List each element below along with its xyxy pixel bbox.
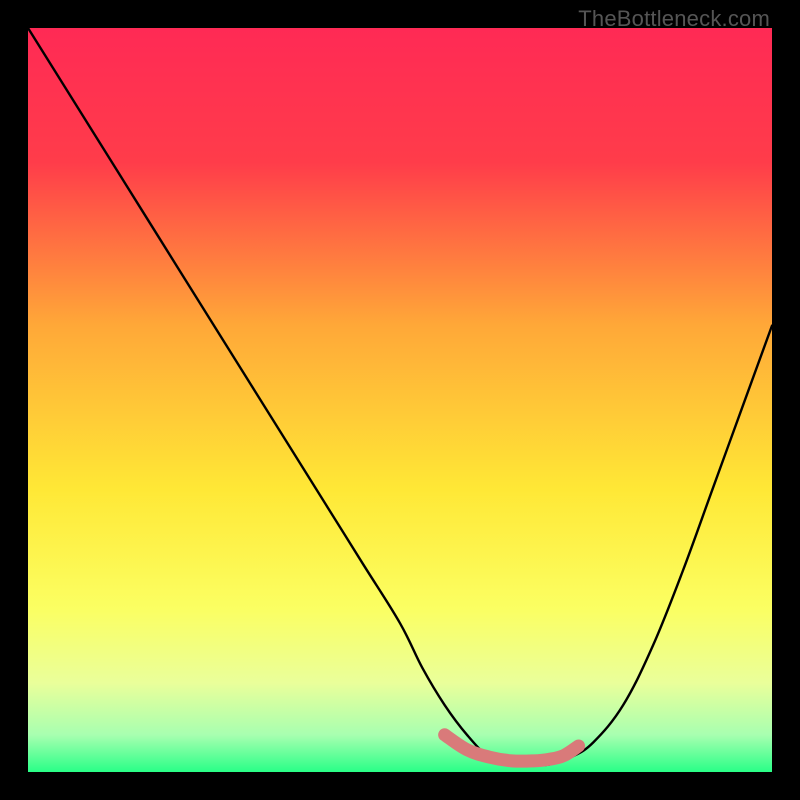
chart-svg xyxy=(28,28,772,772)
watermark-text: TheBottleneck.com xyxy=(578,6,770,32)
gradient-background xyxy=(28,28,772,772)
chart-area xyxy=(28,28,772,772)
